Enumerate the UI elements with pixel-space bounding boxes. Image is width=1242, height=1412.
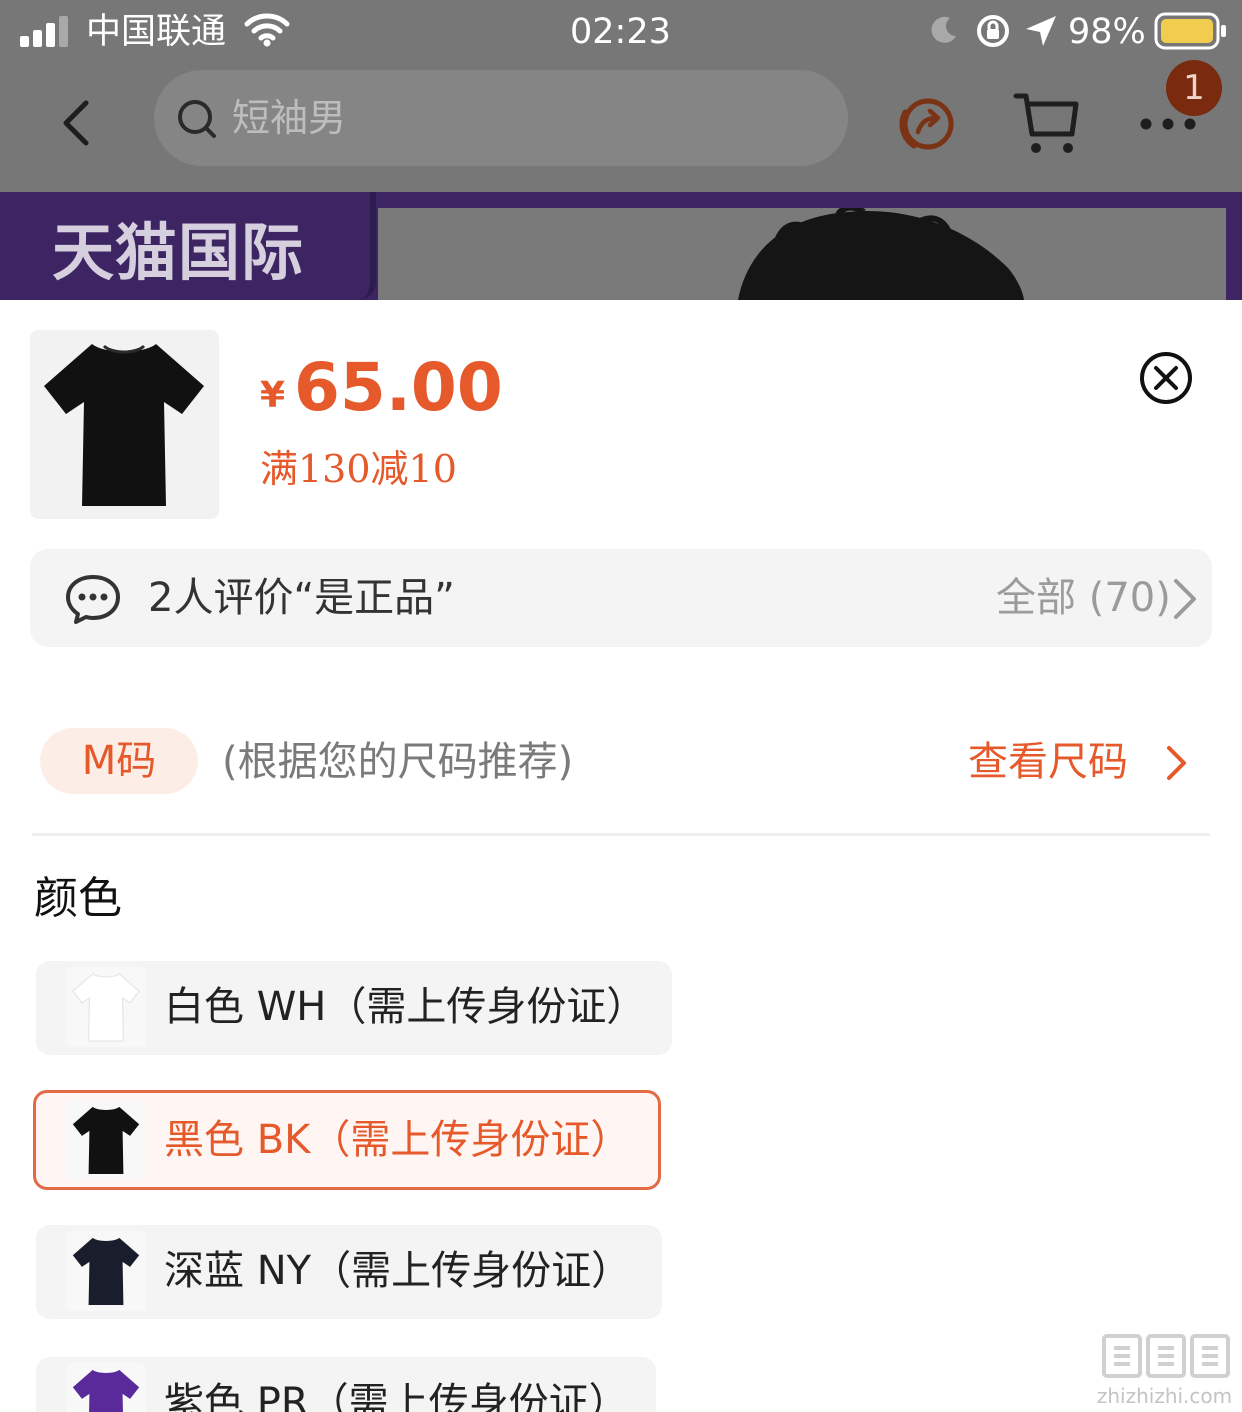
color-option-label: 白色 WH（需上传身份证） bbox=[164, 984, 647, 1030]
wifi-icon bbox=[244, 13, 290, 47]
dimmed-background[interactable]: 中国联通 02:23 98% 短袖男 1 天猫国际 bbox=[0, 0, 1242, 300]
search-icon bbox=[178, 100, 216, 138]
watermark: zhizhizhi.com bbox=[1092, 1330, 1237, 1410]
color-option-white[interactable]: 白色 WH（需上传身份证） bbox=[36, 961, 672, 1055]
chevron-right-icon[interactable] bbox=[1164, 744, 1190, 782]
screen: 中国联通 02:23 98% 短袖男 1 天猫国际 ¥ 65.00 满130减1… bbox=[0, 0, 1242, 1412]
search-placeholder: 短袖男 bbox=[232, 96, 347, 140]
chevron-right-icon bbox=[1174, 579, 1196, 619]
watermark-logo bbox=[1102, 1334, 1230, 1378]
size-recommendation-note: (根据您的尺码推荐) bbox=[222, 739, 574, 785]
signal-icon bbox=[20, 16, 68, 47]
watermark-text: zhizhizhi.com bbox=[1096, 1384, 1233, 1408]
tshirt-image bbox=[72, 1237, 140, 1305]
review-summary-text: 2人评价“是正品” bbox=[148, 575, 455, 621]
tshirt-image bbox=[72, 1369, 140, 1412]
back-arrow-icon[interactable] bbox=[56, 98, 96, 148]
review-summary-row[interactable]: 2人评价“是正品” 全部 (70) bbox=[30, 549, 1212, 647]
tshirt-image bbox=[44, 344, 204, 506]
tshirt-image bbox=[72, 973, 140, 1042]
tshirt-image bbox=[72, 1106, 140, 1174]
size-chip-label: M码 bbox=[81, 738, 157, 784]
share-icon[interactable] bbox=[894, 92, 960, 156]
rotation-lock-icon bbox=[977, 15, 1009, 47]
search-bar[interactable]: 短袖男 bbox=[154, 70, 848, 166]
banner-title: 天猫国际 bbox=[52, 216, 305, 289]
color-option-navy[interactable]: 深蓝 NY（需上传身份证） bbox=[36, 1225, 662, 1319]
cart-icon[interactable] bbox=[1012, 90, 1080, 156]
moon-icon bbox=[931, 16, 956, 43]
comment-icon bbox=[66, 575, 120, 624]
color-option-purple[interactable]: 紫色 PR（需上传身份证） bbox=[36, 1357, 656, 1412]
color-option-label: 紫色 PR（需上传身份证） bbox=[164, 1380, 629, 1412]
promo-text: 满130减10 bbox=[260, 447, 457, 491]
status-bar: 中国联通 02:23 98% bbox=[0, 0, 1242, 64]
color-option-black-selected[interactable]: 黑色 BK（需上传身份证） bbox=[33, 1090, 661, 1190]
location-icon bbox=[1026, 16, 1056, 46]
battery-icon bbox=[1154, 12, 1226, 50]
banner-tag: 天猫国际 bbox=[0, 192, 376, 300]
size-recommendation-chip[interactable]: M码 bbox=[40, 728, 198, 794]
more-icon[interactable] bbox=[1138, 114, 1198, 134]
color-option-thumbnail bbox=[66, 1231, 146, 1311]
color-option-label: 黑色 BK（需上传身份证） bbox=[164, 1117, 631, 1163]
store-banner: 天猫国际 bbox=[0, 192, 1242, 300]
clock: 02:23 bbox=[570, 12, 671, 52]
notification-badge: 1 bbox=[1166, 60, 1222, 116]
sku-sheet: ¥ 65.00 满130减10 2人评价“是正品” 全部 (70) M码 (根据… bbox=[0, 300, 1242, 1412]
carrier-label: 中国联通 bbox=[86, 12, 227, 52]
navigation-bar: 短袖男 1 bbox=[0, 60, 1242, 188]
model-hair-image bbox=[738, 208, 1024, 300]
color-option-thumbnail bbox=[66, 967, 146, 1047]
color-option-thumbnail bbox=[66, 1100, 146, 1180]
product-thumbnail bbox=[30, 330, 219, 519]
close-icon[interactable] bbox=[1138, 350, 1194, 406]
color-option-thumbnail bbox=[66, 1363, 146, 1412]
size-chart-link[interactable]: 查看尺码 bbox=[968, 737, 1128, 787]
color-option-label: 深蓝 NY（需上传身份证） bbox=[164, 1248, 632, 1294]
banner-photo bbox=[378, 208, 1226, 300]
divider bbox=[32, 833, 1210, 836]
price-value: 65.00 bbox=[294, 349, 503, 426]
all-reviews-link[interactable]: 全部 (70) bbox=[996, 574, 1171, 622]
currency-symbol: ¥ bbox=[260, 375, 286, 416]
battery-percent: 98% bbox=[1068, 12, 1146, 52]
color-section-heading: 颜色 bbox=[34, 873, 122, 924]
